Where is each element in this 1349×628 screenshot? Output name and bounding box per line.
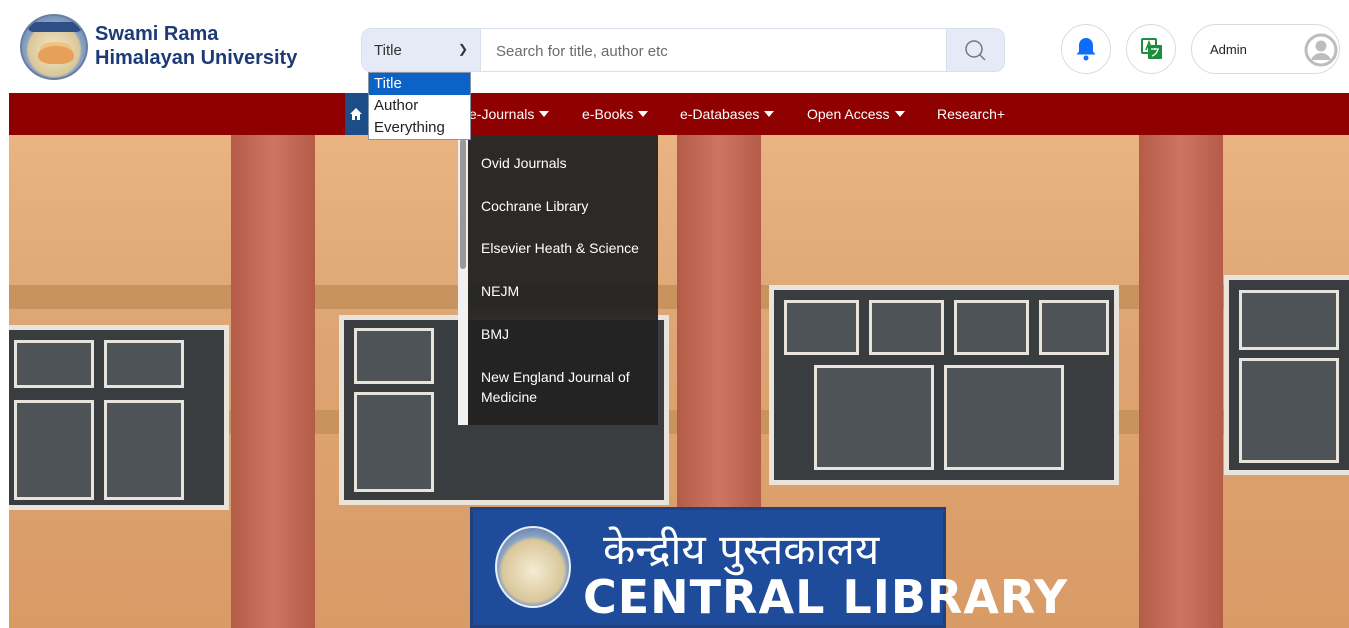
sign-hindi-text: केन्द्रीय पुस्तकालय bbox=[603, 525, 880, 574]
hero-image: केन्द्रीय पुस्तकालय CENTRAL LIBRARY bbox=[9, 135, 1349, 628]
window-pane bbox=[869, 300, 944, 355]
option-author[interactable]: Author bbox=[369, 95, 470, 117]
menu-item-bmj[interactable]: BMJ bbox=[481, 324, 651, 344]
user-menu[interactable]: Admin bbox=[1191, 24, 1340, 74]
nav-label: e-Books bbox=[582, 106, 634, 122]
nav-e-books[interactable]: e-Books bbox=[582, 106, 649, 122]
signboard-seal bbox=[495, 526, 571, 608]
menu-item-elsevier[interactable]: Elsevier Heath & Science bbox=[481, 238, 651, 258]
window-pane bbox=[14, 400, 94, 500]
window-pane bbox=[354, 392, 434, 492]
logo-band bbox=[28, 22, 82, 32]
nav-label: e-Databases bbox=[680, 106, 760, 122]
nav-e-journals[interactable]: e-Journals bbox=[469, 106, 550, 122]
logo-lotus bbox=[38, 46, 74, 64]
header: Swami Rama Himalayan University Title ❯ bbox=[0, 0, 1349, 93]
caret-down-icon bbox=[894, 111, 905, 117]
building-column bbox=[231, 135, 315, 628]
window-pane bbox=[954, 300, 1029, 355]
nav-e-databases[interactable]: e-Databases bbox=[680, 106, 775, 122]
translate-icon bbox=[1141, 38, 1162, 59]
window-pane bbox=[1239, 290, 1339, 350]
dropdown-scrollbar[interactable] bbox=[458, 135, 468, 425]
menu-item-nejm[interactable]: NEJM bbox=[481, 281, 651, 301]
window-pane bbox=[1039, 300, 1109, 355]
menu-item-new-england-journal[interactable]: New England Journal of Medicine bbox=[481, 367, 651, 407]
bell-icon bbox=[1076, 38, 1096, 61]
main-nav: e-Journals e-Books e-Databases Open Acce… bbox=[9, 93, 1349, 135]
window-pane bbox=[814, 365, 934, 470]
nav-research-plus[interactable]: Research+ bbox=[937, 106, 1005, 122]
search-icon bbox=[965, 40, 986, 61]
building-column bbox=[1139, 135, 1223, 628]
university-logo[interactable] bbox=[20, 14, 88, 80]
menu-item-cochrane-library[interactable]: Cochrane Library bbox=[481, 196, 651, 216]
notifications-button[interactable] bbox=[1061, 24, 1111, 74]
nav-label: Research+ bbox=[937, 106, 1006, 122]
avatar-icon bbox=[1304, 33, 1338, 67]
nav-label: Open Access bbox=[807, 106, 890, 122]
search-bar: Title ❯ bbox=[361, 28, 1005, 72]
translate-button[interactable] bbox=[1126, 24, 1176, 74]
building-window bbox=[769, 285, 1119, 485]
sign-english-text: CENTRAL LIBRARY bbox=[583, 570, 1069, 624]
menu-item-ovid-journals[interactable]: Ovid Journals bbox=[481, 153, 651, 173]
window-pane bbox=[944, 365, 1064, 470]
building-window bbox=[9, 325, 229, 510]
search-type-options: Title Author Everything bbox=[368, 72, 471, 140]
option-everything[interactable]: Everything bbox=[369, 117, 470, 139]
nav-open-access[interactable]: Open Access bbox=[807, 106, 905, 122]
window-pane bbox=[1239, 358, 1339, 463]
option-title[interactable]: Title bbox=[369, 73, 470, 95]
building-window bbox=[1224, 275, 1349, 475]
caret-down-icon bbox=[638, 111, 649, 117]
brand-line-2: Himalayan University bbox=[95, 47, 298, 69]
window-pane bbox=[104, 400, 184, 500]
search-type-value: Title bbox=[374, 42, 402, 59]
window-pane bbox=[14, 340, 94, 388]
nav-label: e-Journals bbox=[469, 106, 535, 122]
caret-down-icon bbox=[539, 111, 550, 117]
library-signboard: केन्द्रीय पुस्तकालय CENTRAL LIBRARY bbox=[470, 507, 1067, 628]
brand-line-1: Swami Rama bbox=[95, 23, 219, 45]
window-pane bbox=[104, 340, 184, 388]
user-name: Admin bbox=[1210, 42, 1247, 57]
search-type-select[interactable]: Title ❯ bbox=[362, 29, 481, 71]
e-journals-dropdown: Ovid Journals Cochrane Library Elsevier … bbox=[458, 135, 658, 425]
search-input[interactable] bbox=[482, 29, 947, 71]
window-pane bbox=[354, 328, 434, 384]
university-name[interactable]: Swami Rama Himalayan University bbox=[95, 22, 297, 70]
caret-down-icon bbox=[764, 111, 775, 117]
home-icon bbox=[350, 108, 362, 120]
search-button[interactable] bbox=[946, 29, 1004, 71]
page: Swami Rama Himalayan University Title ❯ bbox=[0, 0, 1349, 628]
scrollbar-thumb[interactable] bbox=[460, 139, 466, 269]
chevron-down-icon: ❯ bbox=[458, 42, 469, 56]
window-pane bbox=[784, 300, 859, 355]
